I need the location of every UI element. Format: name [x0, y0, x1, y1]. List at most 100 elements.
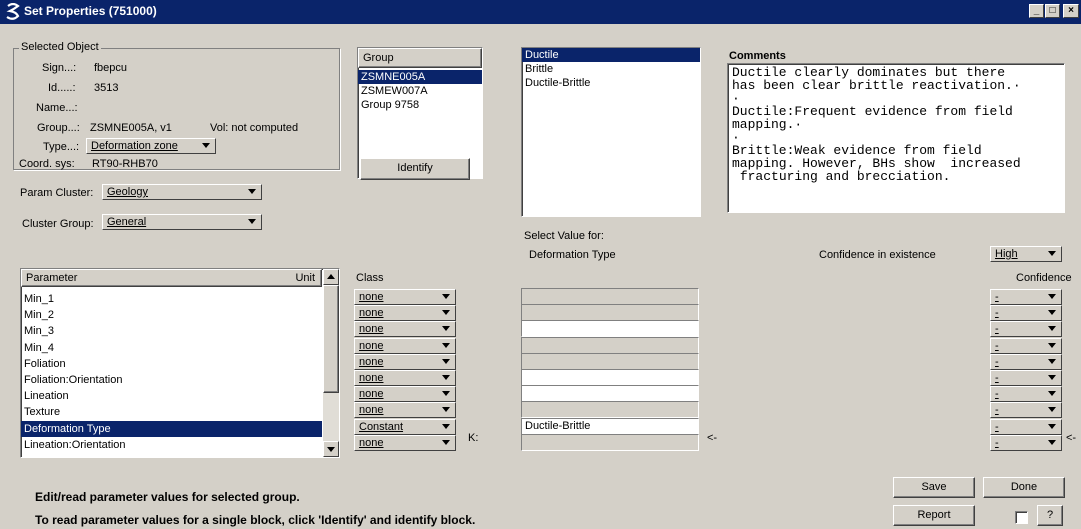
cluster-group-label: Cluster Group:: [22, 218, 94, 230]
minimize-button[interactable]: _: [1029, 4, 1044, 18]
class-dropdown-value: none: [359, 355, 384, 368]
checkbox[interactable]: [1015, 511, 1028, 524]
class-dropdown[interactable]: none: [354, 321, 456, 338]
confidence-dropdown[interactable]: -: [990, 305, 1062, 322]
confidence-existence-value: High: [995, 248, 1018, 260]
value-field[interactable]: [521, 320, 699, 338]
parameter-row[interactable]: Lineation: [21, 388, 322, 404]
parameter-row[interactable]: Min_1: [21, 291, 322, 307]
selected-row-marker: <-: [707, 432, 718, 444]
parameter-table[interactable]: Parameter Unit Min_1 Min_2 Min_3 Min_4 Folia…: [20, 268, 340, 458]
chevron-down-icon: [442, 407, 450, 413]
chevron-down-icon: [1048, 294, 1056, 299]
class-dropdown[interactable]: none: [354, 370, 456, 386]
help-text-line-2: To read parameter values for a single bl…: [35, 513, 476, 527]
select-value-label: Select Value for:: [524, 230, 604, 242]
class-dropdown[interactable]: none: [354, 337, 456, 354]
parameter-row[interactable]: Lineation:Orientation: [21, 437, 322, 453]
value-field[interactable]: [521, 352, 699, 370]
value-field[interactable]: [521, 385, 699, 403]
parameter-row[interactable]: Deformation Type: [21, 420, 322, 437]
value-field[interactable]: [521, 369, 699, 386]
value-list-item[interactable]: Ductile-Brittle: [522, 76, 700, 90]
done-button[interactable]: Done: [983, 477, 1065, 498]
parameter-scrollbar[interactable]: [323, 269, 339, 457]
parameter-column-header[interactable]: Parameter Unit: [21, 269, 322, 287]
value-field[interactable]: [521, 336, 699, 354]
parameter-row[interactable]: Foliation: [21, 356, 322, 372]
group-list-item[interactable]: ZSMNE005A: [358, 70, 482, 84]
chevron-down-icon: [1048, 358, 1056, 364]
confidence-dropdown-value: -: [995, 355, 999, 368]
value-list-item[interactable]: Ductile: [522, 48, 700, 62]
scroll-down-button[interactable]: [323, 441, 339, 457]
class-dropdown-value: none: [359, 388, 384, 401]
class-dropdown-value: none: [359, 323, 384, 336]
parameter-row[interactable]: Min_4: [21, 340, 322, 356]
chevron-down-icon: [442, 375, 450, 380]
chevron-down-icon: [442, 326, 450, 332]
type-dropdown-value: Deformation zone: [91, 140, 178, 152]
chevron-down-icon: [248, 219, 256, 224]
app-logo-icon: [6, 3, 20, 20]
confidence-dropdown[interactable]: -: [990, 353, 1062, 370]
class-dropdown[interactable]: Constant: [354, 418, 456, 435]
chevron-down-icon: [1048, 251, 1056, 256]
confidence-dropdown[interactable]: -: [990, 321, 1062, 338]
value-field[interactable]: [521, 433, 699, 451]
group-list-item[interactable]: Group 9758: [358, 98, 482, 112]
value-list-item[interactable]: Brittle: [522, 62, 700, 76]
value-field[interactable]: [521, 304, 699, 322]
group-value: ZSMNE005A, v1: [90, 122, 172, 134]
group-list-item[interactable]: ZSMEW007A: [358, 84, 482, 98]
maximize-button[interactable]: □: [1045, 4, 1060, 18]
confidence-dropdown[interactable]: -: [990, 402, 1062, 419]
confidence-dropdown[interactable]: -: [990, 418, 1062, 435]
name-label: Name...:: [36, 102, 78, 114]
value-list[interactable]: Ductile Brittle Ductile-Brittle: [521, 47, 701, 217]
parameter-row[interactable]: Foliation:Orientation: [21, 372, 322, 388]
confidence-dropdown[interactable]: -: [990, 289, 1062, 305]
arrow-down-icon: [327, 447, 335, 452]
confidence-dropdown-value: -: [995, 291, 999, 303]
identify-button[interactable]: Identify: [360, 158, 470, 180]
report-button[interactable]: Report: [893, 505, 975, 526]
comments-textarea[interactable]: Ductile clearly dominates but there has …: [727, 63, 1065, 213]
param-cluster-label: Param Cluster:: [20, 187, 94, 199]
save-button[interactable]: Save: [893, 477, 975, 498]
help-button[interactable]: ?: [1037, 505, 1063, 526]
confidence-dropdown-value: -: [995, 420, 999, 433]
confidence-dropdown[interactable]: -: [990, 337, 1062, 354]
chevron-down-icon: [1048, 326, 1056, 332]
type-dropdown[interactable]: Deformation zone: [86, 138, 216, 154]
parameter-row[interactable]: Min_3: [21, 323, 322, 339]
confidence-existence-dropdown[interactable]: High: [990, 246, 1062, 262]
value-field[interactable]: [521, 401, 699, 419]
class-dropdown[interactable]: none: [354, 402, 456, 419]
scroll-up-button[interactable]: [323, 269, 339, 285]
value-field[interactable]: [521, 288, 699, 305]
parameter-row[interactable]: Texture: [21, 404, 322, 420]
value-field[interactable]: Ductile-Brittle: [521, 417, 699, 435]
selected-object-title: Selected Object: [19, 41, 101, 53]
class-dropdown[interactable]: none: [354, 305, 456, 322]
class-dropdown[interactable]: none: [354, 289, 456, 305]
window-title: Set Properties (751000): [24, 4, 157, 18]
class-dropdown[interactable]: none: [354, 434, 456, 451]
close-button[interactable]: ×: [1063, 4, 1079, 18]
parameter-row[interactable]: Min_2: [21, 307, 322, 323]
confidence-dropdown[interactable]: -: [990, 370, 1062, 386]
confidence-dropdown[interactable]: -: [990, 434, 1062, 451]
coord-sys-label: Coord. sys:: [19, 158, 75, 170]
class-dropdown-value: none: [359, 404, 384, 417]
scrollbar-thumb[interactable]: [323, 285, 339, 393]
confidence-dropdown-value: -: [995, 307, 999, 320]
group-list-header: Group: [358, 48, 482, 68]
cluster-group-dropdown[interactable]: General: [102, 214, 262, 230]
param-cluster-dropdown[interactable]: Geology: [102, 184, 262, 200]
confidence-dropdown[interactable]: -: [990, 386, 1062, 403]
class-dropdown[interactable]: none: [354, 386, 456, 403]
class-dropdown-value: none: [359, 339, 384, 352]
class-dropdown[interactable]: none: [354, 353, 456, 370]
confidence-dropdown-value: -: [995, 388, 999, 401]
